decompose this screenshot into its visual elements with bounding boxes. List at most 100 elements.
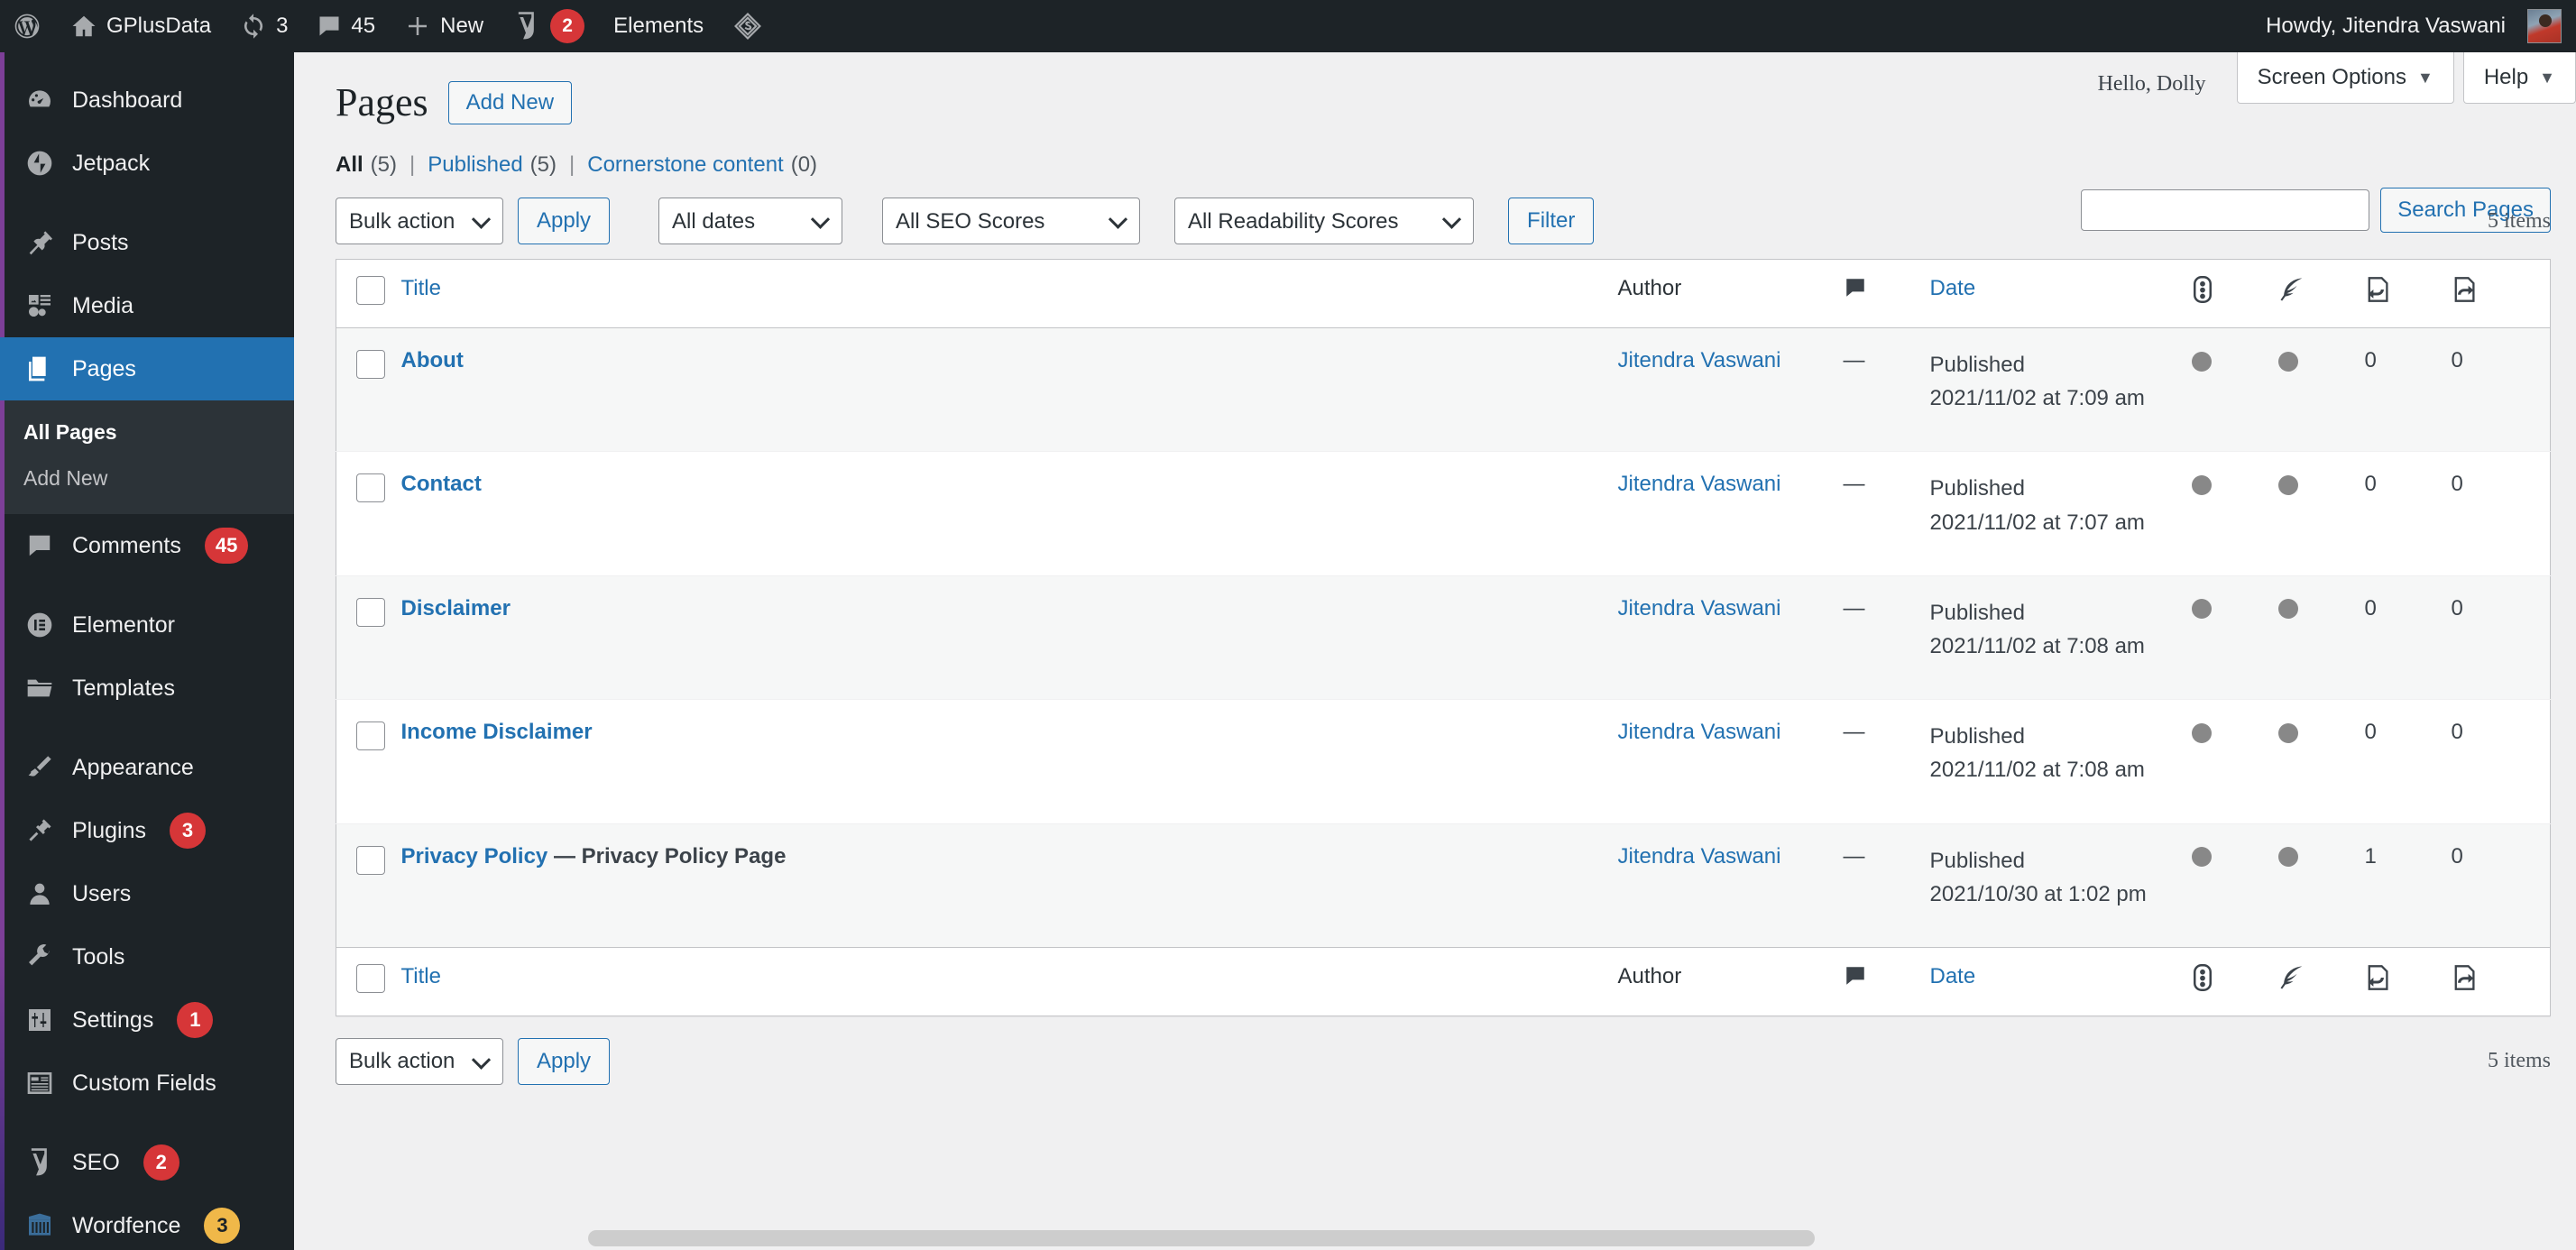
column-footer-comments[interactable] bbox=[1843, 946, 1930, 1016]
comments-count: — bbox=[1843, 595, 1865, 620]
submenu-item-all-pages[interactable]: All Pages bbox=[0, 409, 294, 455]
new-content-menu[interactable]: New bbox=[390, 0, 498, 52]
updates-menu[interactable]: 3 bbox=[225, 0, 302, 52]
page-title-link[interactable]: About bbox=[401, 348, 464, 372]
row-checkbox[interactable] bbox=[356, 597, 385, 627]
bulk-actions-select[interactable]: Bulk actions bbox=[336, 198, 503, 244]
column-header-outgoing-links[interactable] bbox=[2451, 259, 2551, 328]
scrollbar-thumb[interactable] bbox=[588, 1230, 1815, 1246]
table-row[interactable]: Disclaimer Jitendra Vaswani — Published 2021… bbox=[336, 575, 2551, 700]
column-footer-title[interactable]: Title bbox=[400, 946, 1618, 1016]
page-title-link[interactable]: Disclaimer bbox=[401, 596, 511, 620]
view-all[interactable]: All bbox=[336, 152, 363, 178]
row-title-cell: Income Disclaimer bbox=[401, 700, 1618, 823]
apply-button-top[interactable]: Apply bbox=[518, 198, 611, 244]
sidebar-item-comments[interactable]: Comments 45 bbox=[0, 514, 294, 577]
author-link[interactable]: Jitendra Vaswani bbox=[1618, 720, 1781, 744]
seo-score-icon bbox=[2192, 276, 2213, 303]
add-new-button[interactable]: Add New bbox=[447, 80, 573, 124]
new-content-label: New bbox=[440, 14, 484, 38]
author-link[interactable]: Jitendra Vaswani bbox=[1618, 596, 1781, 620]
brush-icon bbox=[23, 751, 56, 784]
column-header-readability[interactable] bbox=[2277, 259, 2365, 328]
table-row[interactable]: About Jitendra Vaswani — Published 2021/11/0… bbox=[336, 327, 2551, 452]
row-select-cell[interactable] bbox=[336, 452, 401, 575]
sidebar-item-users[interactable]: Users bbox=[0, 862, 294, 925]
seo-score-filter-select[interactable]: All SEO Scores bbox=[882, 198, 1141, 244]
sidebar-item-dashboard[interactable]: Dashboard bbox=[0, 69, 294, 132]
sidebar-item-appearance[interactable]: Appearance bbox=[0, 736, 294, 799]
view-cornerstone[interactable]: Cornerstone content bbox=[587, 152, 783, 178]
sidebar-item-media[interactable]: Media bbox=[0, 274, 294, 337]
table-row[interactable]: Contact Jitendra Vaswani — Published 2021/11… bbox=[336, 451, 2551, 575]
menu-separator-4 bbox=[0, 1115, 294, 1131]
readability-filter-select[interactable]: All Readability Scores bbox=[1174, 198, 1475, 244]
column-footer-readability[interactable] bbox=[2277, 946, 2365, 1016]
table-row[interactable]: Income Disclaimer Jitendra Vaswani — Publis… bbox=[336, 699, 2551, 823]
sidebar-item-wordfence[interactable]: Wordfence 3 bbox=[0, 1194, 294, 1250]
column-footer-incoming-links[interactable] bbox=[2364, 946, 2452, 1016]
sidebar-item-settings[interactable]: Settings 1 bbox=[0, 988, 294, 1052]
row-select-cell[interactable] bbox=[336, 700, 401, 823]
sidebar-item-templates[interactable]: Templates bbox=[0, 657, 294, 720]
select-all-footer[interactable] bbox=[336, 946, 401, 1016]
horizontal-scrollbar[interactable] bbox=[588, 1227, 2576, 1250]
column-header-incoming-links[interactable] bbox=[2364, 259, 2452, 328]
row-select-cell[interactable] bbox=[336, 328, 401, 452]
date-filter-select[interactable]: All dates bbox=[658, 198, 843, 244]
author-link[interactable]: Jitendra Vaswani bbox=[1618, 348, 1781, 372]
wordpress-logo-menu[interactable] bbox=[0, 0, 56, 52]
column-header-date[interactable]: Date bbox=[1929, 259, 2192, 328]
row-checkbox[interactable] bbox=[356, 722, 385, 751]
screen-options-button[interactable]: Screen Options ▼ bbox=[2236, 52, 2454, 104]
table-row[interactable]: Privacy Policy — Privacy Policy Page Jite… bbox=[336, 823, 2551, 948]
shortpixel-menu[interactable] bbox=[718, 0, 777, 52]
column-header-title[interactable]: Title bbox=[400, 259, 1618, 328]
row-select-cell[interactable] bbox=[336, 823, 401, 947]
sidebar-item-jetpack[interactable]: Jetpack bbox=[0, 132, 294, 195]
bulk-actions-select-bottom[interactable]: Bulk actions bbox=[336, 1037, 503, 1085]
readability-icon bbox=[2278, 964, 2305, 991]
column-footer-date[interactable]: Date bbox=[1929, 946, 2192, 1016]
column-header-comments[interactable] bbox=[1843, 259, 1930, 328]
row-checkbox[interactable] bbox=[356, 350, 385, 379]
author-link[interactable]: Jitendra Vaswani bbox=[1618, 844, 1781, 869]
view-published[interactable]: Published bbox=[428, 152, 522, 178]
row-checkbox[interactable] bbox=[356, 473, 385, 503]
sidebar-item-plugins[interactable]: Plugins 3 bbox=[0, 799, 294, 862]
column-header-seo-score[interactable] bbox=[2191, 259, 2278, 328]
table-foot: Title Author Date bbox=[336, 946, 2551, 1016]
select-all-header[interactable] bbox=[336, 259, 401, 328]
filter-button[interactable]: Filter bbox=[1508, 198, 1595, 244]
apply-button-bottom[interactable]: Apply bbox=[518, 1037, 611, 1085]
sidebar-item-posts[interactable]: Posts bbox=[0, 211, 294, 274]
select-all-checkbox[interactable] bbox=[356, 276, 385, 305]
row-checkbox[interactable] bbox=[356, 845, 385, 875]
sidebar-item-seo[interactable]: SEO 2 bbox=[0, 1131, 294, 1194]
site-name-menu[interactable]: GPlusData bbox=[56, 0, 225, 52]
author-link[interactable]: Jitendra Vaswani bbox=[1618, 472, 1781, 496]
column-footer-seo-score[interactable] bbox=[2191, 946, 2278, 1016]
row-date-cell: Published 2021/10/30 at 1:02 pm bbox=[1930, 823, 2192, 947]
page-title-link[interactable]: Contact bbox=[401, 472, 482, 496]
row-select-cell[interactable] bbox=[336, 575, 401, 699]
date-filter-select-wrap: All dates bbox=[658, 198, 843, 244]
select-all-checkbox-footer[interactable] bbox=[356, 963, 385, 993]
sidebar-item-pages[interactable]: Pages bbox=[0, 337, 294, 400]
date-status: Published bbox=[1929, 476, 2025, 501]
my-account-menu[interactable]: Howdy, Jitendra Vaswani bbox=[2251, 0, 2576, 52]
sidebar-item-custom-fields[interactable]: Custom Fields bbox=[0, 1052, 294, 1115]
submenu-item-add-new[interactable]: Add New bbox=[0, 455, 294, 501]
help-button[interactable]: Help ▼ bbox=[2462, 52, 2576, 104]
sidebar-item-tools[interactable]: Tools bbox=[0, 925, 294, 988]
sidebar-item-elementor[interactable]: Elementor bbox=[0, 593, 294, 657]
page-title-link[interactable]: Income Disclaimer bbox=[401, 720, 593, 744]
sidebar-item-label: Users bbox=[72, 880, 132, 906]
elementor-elements-menu[interactable]: Elements bbox=[599, 0, 718, 52]
sidebar-item-label: SEO bbox=[72, 1149, 120, 1175]
row-author-cell: Jitendra Vaswani bbox=[1618, 452, 1844, 575]
yoast-seo-menu[interactable]: 2 bbox=[498, 0, 599, 52]
comments-menu[interactable]: 45 bbox=[302, 0, 390, 52]
column-footer-outgoing-links[interactable] bbox=[2451, 946, 2551, 1016]
page-title-link[interactable]: Privacy Policy bbox=[401, 844, 548, 869]
